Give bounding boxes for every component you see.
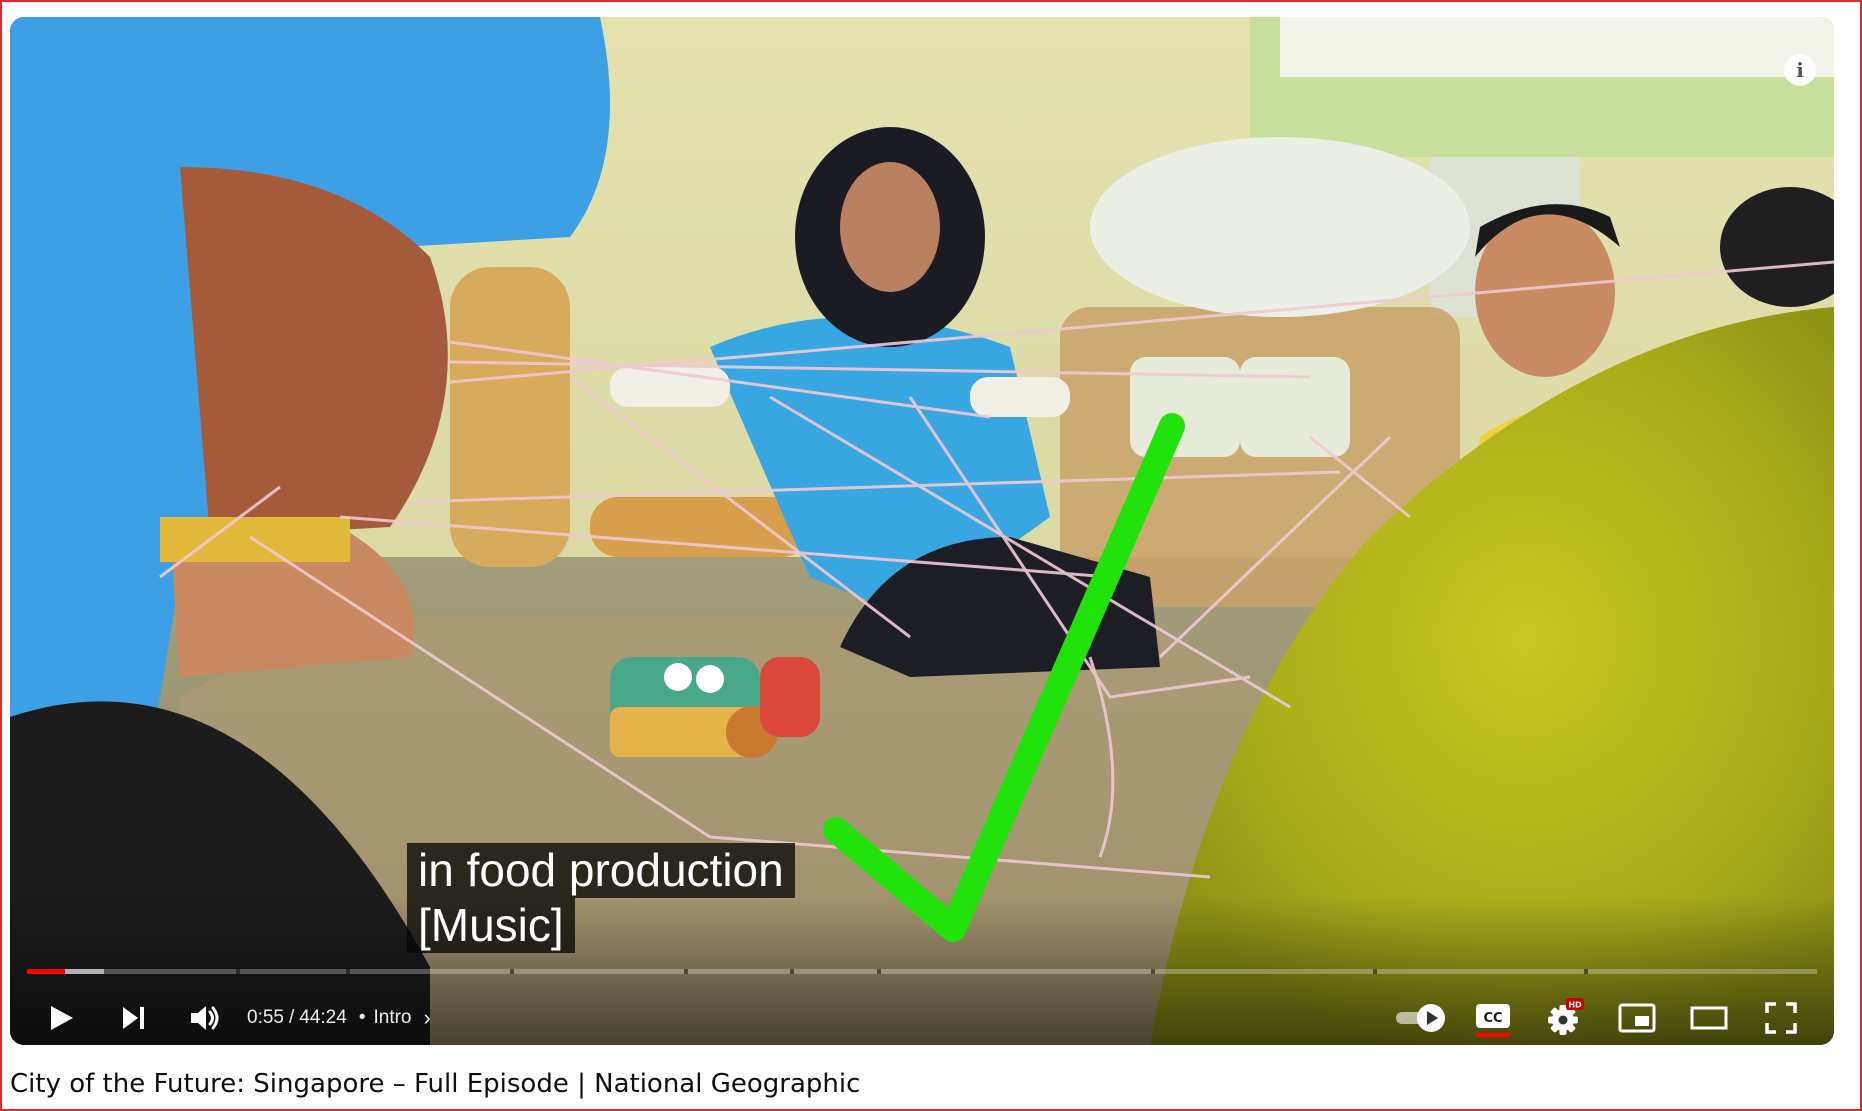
- gear-icon: HD: [1548, 998, 1584, 1035]
- duration: 44:24: [299, 1007, 347, 1028]
- info-icon[interactable]: i: [1784, 54, 1816, 86]
- chapter-gap: [1584, 969, 1589, 974]
- caption-window: in food production [Music]: [407, 843, 795, 953]
- chapter-gap: [345, 969, 350, 974]
- theater-mode-button[interactable]: [1678, 991, 1740, 1045]
- volume-button[interactable]: [174, 991, 236, 1045]
- time-display: 0:55 / 44:24 • Intro ›: [247, 1005, 431, 1031]
- chapter-gap: [683, 969, 688, 974]
- fullscreen-button[interactable]: [1750, 991, 1812, 1045]
- next-icon: [123, 1007, 144, 1029]
- video-player[interactable]: in food production [Music] i 0:55 / 44:2…: [10, 17, 1834, 1045]
- video-frame[interactable]: [10, 17, 1834, 1045]
- subtitles-button[interactable]: CC: [1462, 991, 1524, 1045]
- caption-line: [Music]: [407, 898, 575, 953]
- chapter-dot: •: [358, 1007, 366, 1028]
- chapter-title[interactable]: Intro: [373, 1005, 411, 1031]
- miniplayer-button[interactable]: [1606, 991, 1668, 1045]
- chapter-gap: [877, 969, 882, 974]
- current-time: 0:55: [247, 1007, 284, 1028]
- theater-mode-icon: [1690, 1006, 1728, 1030]
- progress-track[interactable]: [27, 969, 1817, 974]
- chapter-gap: [789, 969, 794, 974]
- time-separator: /: [288, 1007, 295, 1028]
- cc-icon: CC: [1476, 1004, 1510, 1037]
- autoplay-toggle-icon: [1396, 1004, 1445, 1032]
- chapter-gap: [1151, 969, 1156, 974]
- svg-text:CC: CC: [1483, 1011, 1502, 1026]
- progress-bar[interactable]: [27, 969, 1817, 974]
- caption-line: in food production: [407, 843, 795, 898]
- next-button[interactable]: [102, 991, 164, 1045]
- chapter-gap: [236, 969, 241, 974]
- chevron-right-icon[interactable]: ›: [424, 1005, 431, 1031]
- miniplayer-icon: [1618, 1003, 1656, 1033]
- volume-icon: [191, 1006, 219, 1030]
- autoplay-toggle[interactable]: [1390, 991, 1452, 1045]
- settings-button[interactable]: HD: [1534, 991, 1596, 1045]
- hd-badge: HD: [1568, 1001, 1582, 1010]
- video-title[interactable]: City of the Future: Singapore – Full Epi…: [10, 1068, 860, 1100]
- chapter-gap: [510, 969, 515, 974]
- fullscreen-icon: [1765, 1002, 1797, 1034]
- play-icon: [51, 1006, 73, 1030]
- progress-played: [27, 969, 65, 974]
- chapter-gap: [1373, 969, 1378, 974]
- play-button[interactable]: [30, 991, 92, 1045]
